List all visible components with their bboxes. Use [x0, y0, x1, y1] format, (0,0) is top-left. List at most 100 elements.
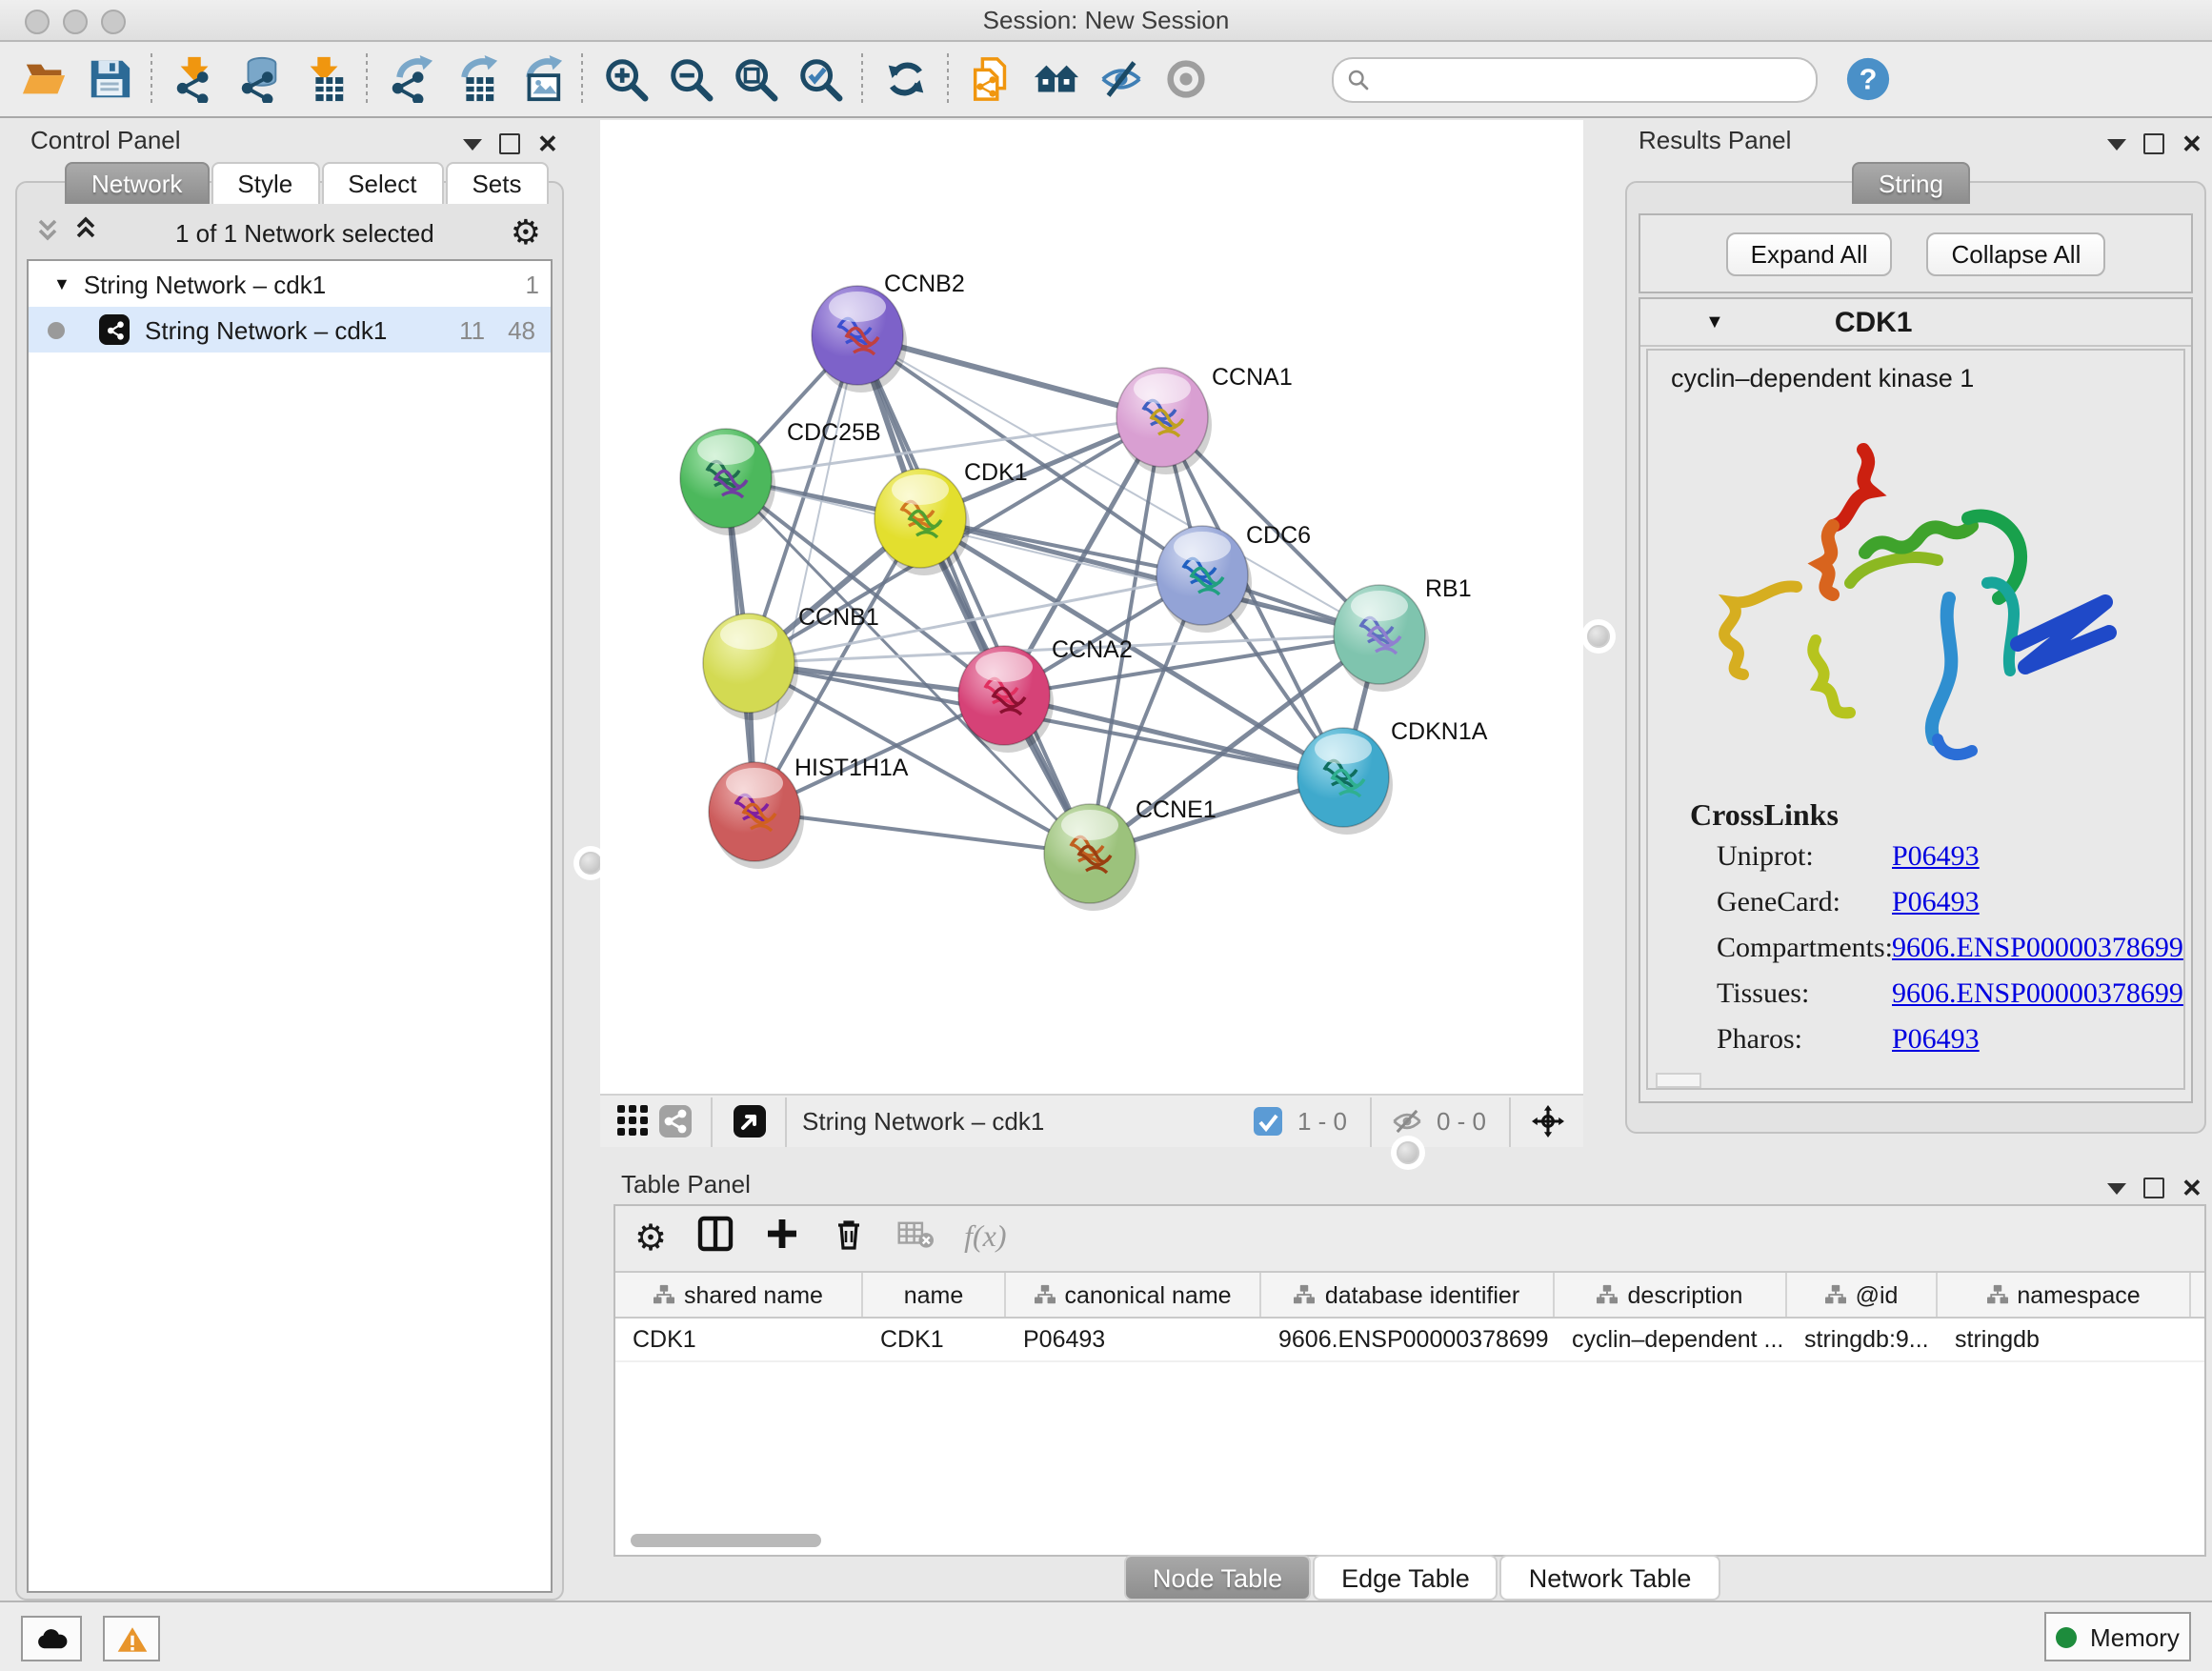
- left-splitter-handle[interactable]: [579, 852, 602, 875]
- grid-icon[interactable]: [612, 1100, 654, 1142]
- column-header-description[interactable]: description: [1555, 1273, 1787, 1317]
- zoom-out-button[interactable]: [657, 49, 722, 110]
- crosslink-value-link[interactable]: P06493: [1892, 1025, 1980, 1057]
- panel-collapse-icon[interactable]: [463, 138, 482, 150]
- crosslink-value-link[interactable]: P06493: [1892, 842, 1980, 875]
- table-cell[interactable]: stringdb:9...: [1787, 1319, 1938, 1360]
- crosslink-value-link[interactable]: 9606.ENSP00000378699: [1892, 979, 2183, 1012]
- network-row[interactable]: String Network – cdk1 11 48: [29, 307, 551, 352]
- table-cell[interactable]: P06493: [1006, 1319, 1261, 1360]
- zoom-in-button[interactable]: [593, 49, 657, 110]
- table-tabs: Node TableEdge TableNetwork Table: [1124, 1555, 1721, 1601]
- tab-style[interactable]: Style: [211, 162, 319, 204]
- table-cell[interactable]: cyclin–dependent ...: [1555, 1319, 1787, 1360]
- table-row[interactable]: CDK1CDK1P064939606.ENSP00000378699cyclin…: [615, 1319, 2204, 1362]
- collapse-all-button[interactable]: Collapse All: [1927, 232, 2106, 275]
- import-table-button[interactable]: [292, 49, 356, 110]
- gear-icon[interactable]: ⚙: [634, 1220, 667, 1257]
- tab-select[interactable]: Select: [321, 162, 443, 204]
- crosslink-value-link[interactable]: 9606.ENSP00000378699: [1892, 934, 2183, 966]
- string-import-button[interactable]: [958, 49, 1023, 110]
- tab-sets[interactable]: Sets: [445, 162, 548, 204]
- panel-collapse-icon[interactable]: [2107, 138, 2126, 150]
- open-session-button[interactable]: [11, 49, 76, 110]
- table-cell[interactable]: stringdb: [1938, 1319, 2191, 1360]
- column-header-canonicalname[interactable]: canonical name: [1006, 1273, 1261, 1317]
- string-app-icon[interactable]: [654, 1100, 695, 1142]
- gear-icon[interactable]: ⚙: [511, 215, 541, 250]
- delete-column-icon[interactable]: [831, 1216, 867, 1261]
- section-expander-icon[interactable]: ▼: [1705, 312, 1724, 332]
- column-header-id[interactable]: @id: [1787, 1273, 1938, 1317]
- tab-string[interactable]: String: [1852, 162, 1970, 204]
- add-column-icon[interactable]: [764, 1216, 800, 1261]
- help-button[interactable]: ?: [1844, 55, 1892, 103]
- panel-close-icon[interactable]: ✕: [537, 134, 558, 153]
- column-header-name[interactable]: name: [863, 1273, 1006, 1317]
- tab-node-table[interactable]: Node Table: [1124, 1555, 1311, 1601]
- panel-float-icon[interactable]: [2143, 1178, 2164, 1198]
- columns-icon[interactable]: [697, 1216, 734, 1261]
- panel-close-icon[interactable]: ✕: [2182, 1178, 2202, 1198]
- node-CDC6[interactable]: CDC6: [1156, 522, 1311, 633]
- refresh-button[interactable]: [873, 49, 937, 110]
- edge-CCNE1-HIST1H1A[interactable]: [754, 812, 1090, 854]
- memory-button[interactable]: Memory: [2044, 1612, 2191, 1661]
- panel-collapse-icon[interactable]: [2107, 1182, 2126, 1194]
- column-header-namespace[interactable]: namespace: [1938, 1273, 2191, 1317]
- column-header-sharedname[interactable]: shared name: [615, 1273, 863, 1317]
- node-CCNA2[interactable]: CCNA2: [958, 636, 1133, 753]
- column-header-databaseidentifier[interactable]: database identifier: [1261, 1273, 1555, 1317]
- gene-section-header[interactable]: ▼ CDK1: [1640, 299, 2191, 347]
- table-cell[interactable]: CDK1: [615, 1319, 863, 1360]
- tab-network-table[interactable]: Network Table: [1500, 1555, 1720, 1601]
- crosslink-value-link[interactable]: P06493: [1892, 888, 1980, 920]
- tab-edge-table[interactable]: Edge Table: [1313, 1555, 1498, 1601]
- bottom-splitter-handle[interactable]: [1397, 1141, 1419, 1164]
- edge-CCNB2-HIST1H1A[interactable]: [754, 335, 857, 812]
- panel-close-icon[interactable]: ✕: [2182, 134, 2202, 153]
- node-CCNE1[interactable]: CCNE1: [1044, 796, 1217, 911]
- home-species-button[interactable]: [1023, 49, 1088, 110]
- hide-glasses-button[interactable]: [1088, 49, 1153, 110]
- hidden-eye-icon[interactable]: [1387, 1100, 1429, 1142]
- cloud-button[interactable]: [21, 1616, 82, 1661]
- import-network-button[interactable]: [162, 49, 227, 110]
- open-new-window-icon[interactable]: [728, 1100, 770, 1142]
- right-splitter-handle[interactable]: [1587, 625, 1610, 648]
- expand-all-button[interactable]: Expand All: [1726, 232, 1893, 275]
- node-CDC25B[interactable]: CDC25B: [680, 419, 881, 535]
- node-HIST1H1A[interactable]: HIST1H1A: [709, 755, 909, 869]
- node-CDKN1A[interactable]: CDKN1A: [1297, 718, 1488, 835]
- selected-checkbox-icon[interactable]: [1248, 1100, 1290, 1142]
- table-cell[interactable]: 9606.ENSP00000378699: [1261, 1319, 1555, 1360]
- zoom-selected-button[interactable]: [787, 49, 852, 110]
- panel-float-icon[interactable]: [499, 133, 520, 154]
- warning-button[interactable]: [103, 1616, 160, 1661]
- node-CDK1[interactable]: CDK1: [875, 459, 1028, 575]
- network-canvas[interactable]: CCNB2CCNA1CDC25BCDK1CDC6RB1CCNB1CCNA2CDK…: [600, 120, 1583, 1094]
- node-CCNB2[interactable]: CCNB2: [812, 271, 965, 393]
- expand-all-icon[interactable]: [72, 214, 99, 251]
- expand-collapse-bar: Expand All Collapse All: [1639, 213, 2193, 293]
- node-RB1[interactable]: RB1: [1334, 575, 1472, 692]
- network-collection-row[interactable]: ▼ String Network – cdk1 1: [29, 261, 551, 307]
- export-network-button[interactable]: [377, 49, 442, 110]
- horizontal-scrollbar[interactable]: [631, 1534, 821, 1547]
- save-session-button[interactable]: [76, 49, 141, 110]
- export-image-button[interactable]: [507, 49, 572, 110]
- tab-network[interactable]: Network: [65, 162, 209, 204]
- table-cell[interactable]: CDK1: [863, 1319, 1006, 1360]
- zoom-fit-button[interactable]: [722, 49, 787, 110]
- birdseye-icon[interactable]: [1526, 1100, 1568, 1142]
- panel-float-icon[interactable]: [2143, 133, 2164, 154]
- import-database-button[interactable]: [227, 49, 292, 110]
- tree-expander-icon[interactable]: ▼: [53, 274, 70, 293]
- export-table-button[interactable]: [442, 49, 507, 110]
- save-session-icon: [85, 55, 132, 103]
- collapse-all-icon[interactable]: [34, 214, 61, 251]
- node-CCNB1[interactable]: CCNB1: [703, 604, 879, 720]
- mini-scrollbar[interactable]: [1656, 1073, 1701, 1088]
- search-input[interactable]: [1332, 56, 1818, 102]
- show-eye-button[interactable]: [1153, 49, 1217, 110]
